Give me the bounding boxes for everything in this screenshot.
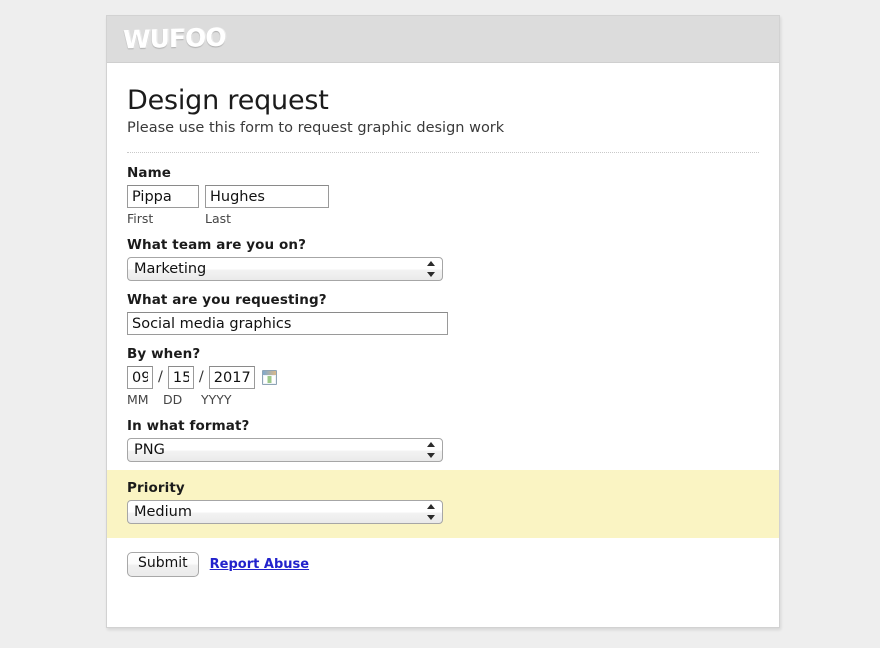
page-title: Design request	[127, 85, 329, 116]
date-day-input[interactable]	[167, 366, 194, 390]
field-label-request: What are you requesting?	[127, 292, 327, 309]
form-body: Design request Please use this form to r…	[107, 63, 779, 577]
date-day-sublabel: DD	[163, 392, 183, 408]
date-year-input[interactable]	[208, 366, 255, 390]
date-sublabels-row: MM DD YYYY	[127, 392, 759, 407]
field-label-team: What team are you on?	[127, 237, 307, 254]
format-select[interactable]: PNG	[127, 438, 443, 463]
calendar-icon[interactable]	[261, 370, 277, 386]
field-priority: Priority Medium	[107, 470, 779, 539]
field-team: What team are you on? Marketing	[127, 226, 759, 282]
calendar-icon-grid	[263, 376, 275, 384]
field-label-priority: Priority	[127, 480, 185, 497]
chevron-updown-icon	[427, 503, 436, 521]
date-year-sublabel: YYYY	[201, 392, 232, 408]
field-label-name: Name	[127, 165, 172, 182]
field-label-format: In what format?	[127, 418, 250, 435]
form-container: WUFOO Design request Please use this for…	[106, 15, 780, 628]
first-name-input[interactable]	[127, 185, 199, 209]
team-select[interactable]: Marketing	[127, 257, 443, 282]
chevron-updown-icon	[427, 260, 436, 278]
field-format: In what format? PNG	[127, 407, 759, 463]
first-name-sublabel: First	[127, 211, 154, 227]
form-actions: Submit Report Abuse	[127, 538, 759, 577]
request-input[interactable]	[127, 312, 448, 336]
date-month-sublabel: MM	[127, 392, 149, 408]
wufoo-logo: WUFOO	[123, 22, 226, 55]
date-separator-2: /	[198, 369, 204, 386]
priority-select[interactable]: Medium	[127, 500, 443, 525]
field-label-by-when: By when?	[127, 346, 201, 363]
priority-select-value: Medium	[127, 500, 443, 525]
submit-button[interactable]: Submit	[127, 552, 199, 577]
date-month-input[interactable]	[127, 366, 153, 390]
form-header-bar: WUFOO	[107, 16, 779, 63]
date-separator-1: /	[158, 369, 163, 386]
format-select-value: PNG	[127, 438, 443, 463]
report-abuse-link[interactable]: Report Abuse	[210, 557, 309, 572]
date-inputs-row: / /	[127, 366, 759, 390]
field-name: Name First Last	[127, 154, 759, 226]
team-select-value: Marketing	[127, 257, 443, 282]
name-sublabels-row: First Last	[127, 211, 759, 226]
last-name-input[interactable]	[205, 185, 329, 209]
last-name-sublabel: Last	[205, 211, 232, 227]
field-by-when: By when? / / MM DD YYYY	[127, 335, 759, 407]
calendar-icon-header	[262, 371, 276, 376]
field-request: What are you requesting?	[127, 281, 759, 336]
page-subtitle: Please use this form to request graphic …	[127, 120, 505, 137]
chevron-updown-icon	[427, 441, 436, 459]
name-inputs-row	[127, 185, 759, 209]
